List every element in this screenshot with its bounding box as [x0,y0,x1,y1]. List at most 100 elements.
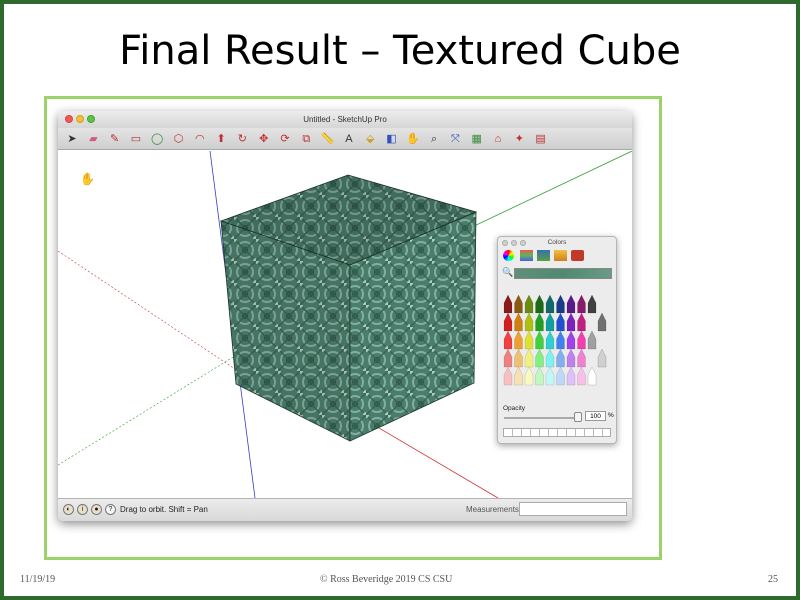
eraser-icon[interactable]: ▰ [85,131,101,147]
crayon[interactable] [524,330,534,350]
crayon[interactable] [556,366,565,386]
offset-icon[interactable]: ⧉ [298,131,314,147]
gray-crayon[interactable] [587,330,597,350]
crayon[interactable] [566,366,576,386]
opacity-slider-knob[interactable] [574,412,582,422]
color-wheel-icon[interactable] [503,250,514,261]
slide-title: Final Result – Textured Cube [119,28,681,74]
credits-icon[interactable]: i [77,504,88,515]
crayon[interactable] [524,348,534,368]
gray-crayon[interactable] [587,366,597,386]
circle-icon[interactable]: ◯ [149,131,165,147]
minimize-window-button[interactable] [76,115,84,123]
crayon[interactable] [503,330,513,350]
crayon[interactable] [556,294,565,314]
extension-icon[interactable]: ✦ [511,131,527,147]
follow-me-icon[interactable]: ↻ [234,131,250,147]
crayon[interactable] [535,330,544,350]
color-palettes-icon[interactable] [537,250,550,261]
crayon[interactable] [577,330,586,350]
zoom-icon[interactable]: ⌕ [426,131,442,147]
push-pull-icon[interactable]: ⬆ [213,131,229,147]
crayon[interactable] [503,366,513,386]
text-icon[interactable]: A [341,131,357,147]
crayon[interactable] [524,312,534,332]
current-color-swatch[interactable] [514,268,612,279]
arc-icon[interactable]: ◠ [192,131,208,147]
image-palettes-icon[interactable] [554,250,567,261]
crayon[interactable] [524,294,534,314]
measurements-label: Measurements [466,505,519,514]
crayon[interactable] [545,312,555,332]
crayon[interactable] [535,294,544,314]
gray-crayon[interactable] [587,294,597,314]
move-icon[interactable]: ✥ [256,131,272,147]
crayon[interactable] [503,294,513,314]
gray-crayon[interactable] [597,348,607,368]
polygon-icon[interactable]: ⬡ [171,131,187,147]
rotate-icon[interactable]: ⟳ [277,131,293,147]
crayon[interactable] [566,294,576,314]
window-titlebar: Untitled - SketchUp Pro [58,111,632,128]
crayon[interactable] [566,348,576,368]
status-bar: ◐ i ● ? Drag to orbit. Shift = Pan Measu… [58,498,632,521]
crayon[interactable] [503,312,513,332]
components-icon[interactable]: ▦ [469,131,485,147]
layout-icon[interactable]: ▤ [533,131,549,147]
crayon[interactable] [514,294,523,314]
crayon[interactable] [545,330,555,350]
tape-measure-icon[interactable]: 📏 [320,131,336,147]
section-plane-icon[interactable]: ◧ [384,131,400,147]
toolbar: ➤ ▰ ✎ ▭ ◯ ⬡ ◠ ⬆ ↻ ✥ ⟳ ⧉ 📏 A ⬙ ◧ ✋ ⌕ ⤧ ▦ ⌂ ✦ ▤ [58,128,632,150]
crayons-icon[interactable] [571,250,584,261]
orbit-icon[interactable]: ✋ [405,131,421,147]
rectangle-icon[interactable]: ▭ [128,131,144,147]
opacity-value-field[interactable]: 100 [585,411,606,421]
colors-title: Colors [547,239,567,246]
crayon-box [503,294,607,386]
select-icon[interactable]: ➤ [64,131,80,147]
measurements-input[interactable] [519,502,627,516]
crayon[interactable] [514,330,523,350]
user-icon[interactable]: ● [91,504,102,515]
crayon[interactable] [577,312,586,332]
crayon[interactable] [566,330,576,350]
crayon[interactable] [556,330,565,350]
crayon[interactable] [535,312,544,332]
crayon[interactable] [577,366,586,386]
paint-bucket-icon[interactable]: ⬙ [362,131,378,147]
crayon[interactable] [577,348,586,368]
help-icon[interactable]: ? [105,504,116,515]
crayon[interactable] [514,312,523,332]
magnifier-icon[interactable]: 🔍 [502,267,513,277]
warehouse-icon[interactable]: ⌂ [490,131,506,147]
crayon[interactable] [514,366,523,386]
gray-crayon[interactable] [597,312,607,332]
opacity-slider-track[interactable] [504,417,580,419]
crayon[interactable] [556,312,565,332]
crayon[interactable] [545,294,555,314]
color-sliders-icon[interactable] [520,250,533,261]
crayon[interactable] [524,366,534,386]
crayon[interactable] [566,312,576,332]
close-window-button[interactable] [65,115,73,123]
geo-location-icon[interactable]: ◐ [63,504,74,515]
crayon[interactable] [514,348,523,368]
window-title: Untitled - SketchUp Pro [303,115,387,124]
opacity-unit: % [608,412,614,419]
opacity-label: Opacity [503,405,526,412]
red-axis-dashed [58,250,239,372]
crayon[interactable] [545,348,555,368]
crayon[interactable] [535,348,544,368]
crayon[interactable] [535,366,544,386]
crayon[interactable] [503,348,513,368]
pencil-icon[interactable]: ✎ [107,131,123,147]
saved-swatches-row[interactable] [503,428,611,437]
crayon[interactable] [577,294,586,314]
zoom-extents-icon[interactable]: ⤧ [447,131,463,147]
maximize-window-button[interactable] [87,115,95,123]
crayon[interactable] [545,366,555,386]
footer-copyright: © Ross Beveridge 2019 CS CSU [320,574,453,585]
colors-panel: Colors 🔍 Opacity 100 % [497,236,617,444]
crayon[interactable] [556,348,565,368]
